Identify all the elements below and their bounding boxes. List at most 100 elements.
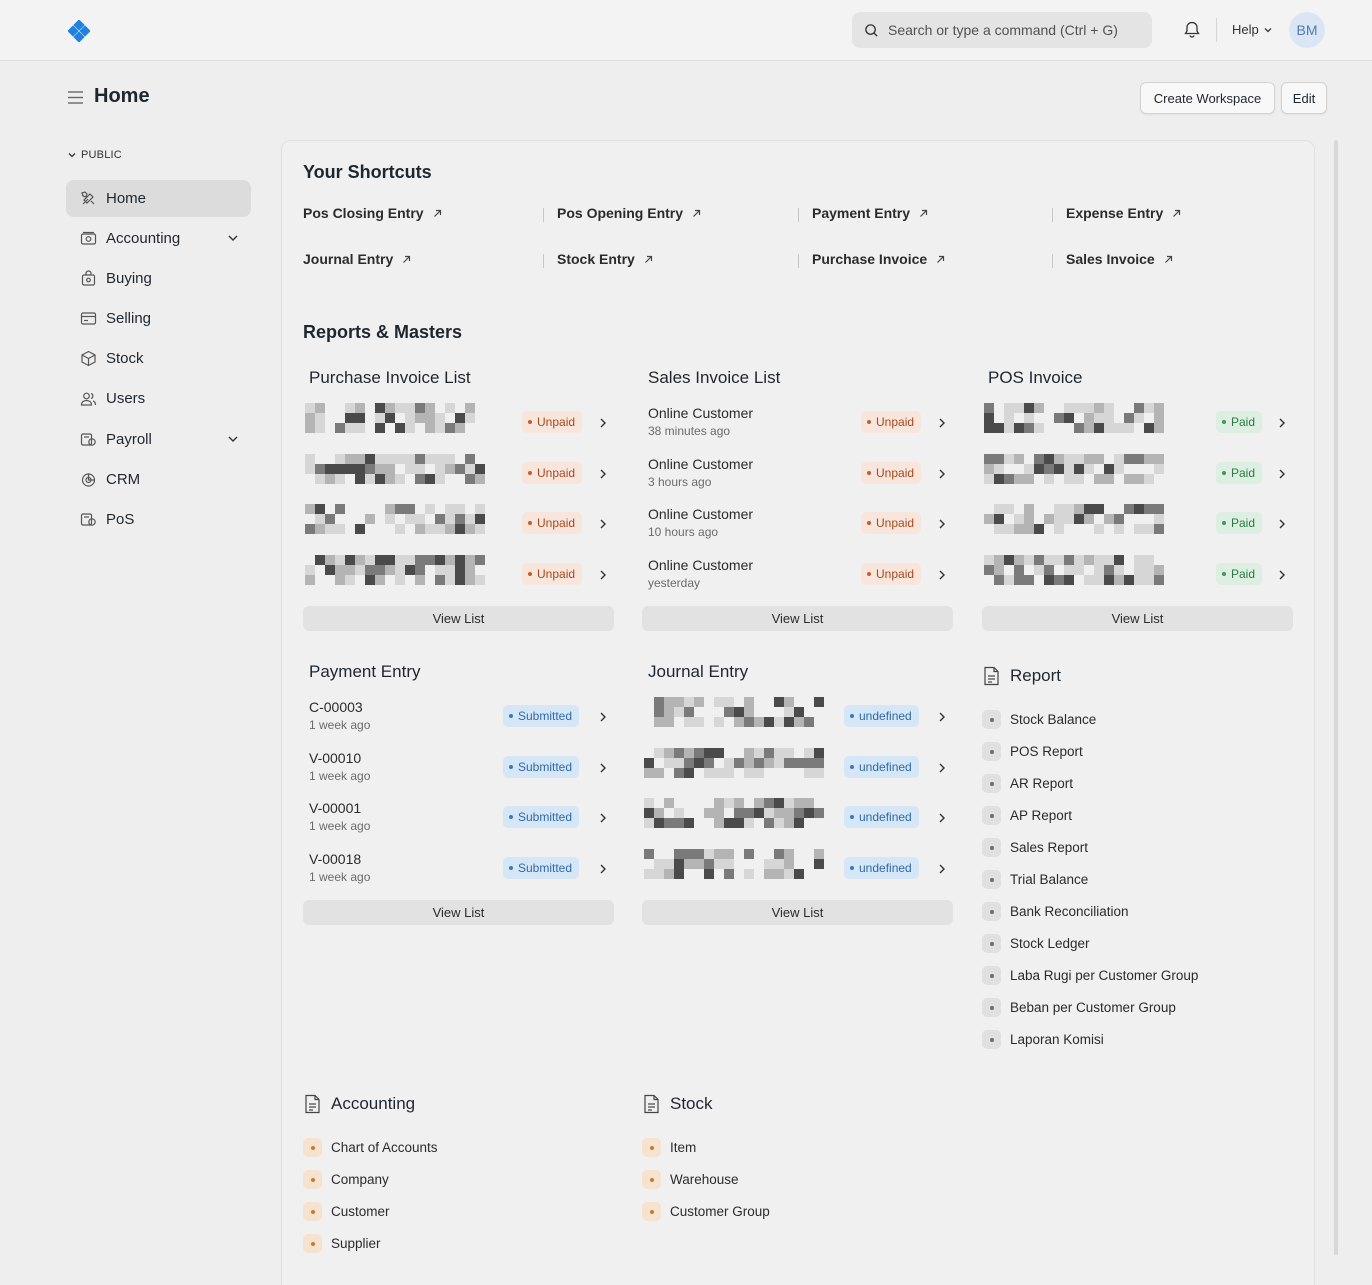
link-laporan-komisi[interactable]: Laporan Komisi: [982, 1030, 1104, 1049]
link-item[interactable]: Item: [642, 1138, 696, 1157]
list-row[interactable]: C-00003 1 week ago Submitted: [303, 699, 614, 747]
chevron-right-icon[interactable]: [937, 811, 947, 827]
link-bank-reconciliation[interactable]: Bank Reconciliation: [982, 902, 1129, 921]
chevron-right-icon[interactable]: [937, 710, 947, 726]
list-row[interactable]: Unpaid: [303, 504, 614, 554]
menu-icon[interactable]: [67, 89, 84, 106]
chevron-right-icon[interactable]: [937, 416, 947, 432]
link-trial-balance[interactable]: Trial Balance: [982, 870, 1088, 889]
sidebar-item-label: Home: [106, 190, 147, 207]
status-dot: [850, 764, 854, 769]
list-row[interactable]: Paid: [982, 504, 1293, 554]
chevron-right-icon[interactable]: [937, 862, 947, 878]
link-sales-report[interactable]: Sales Report: [982, 838, 1088, 857]
list-row[interactable]: undefined: [642, 697, 953, 747]
view-list-button[interactable]: View List: [982, 606, 1293, 631]
shortcut-pos-opening-entry[interactable]: Pos Opening Entry: [557, 205, 701, 221]
status-badge: undefined: [844, 755, 919, 778]
chevron-right-icon[interactable]: [598, 416, 608, 432]
shortcut-sales-invoice[interactable]: Sales Invoice: [1066, 251, 1173, 267]
list-row[interactable]: Paid: [982, 453, 1293, 504]
link-pos-report[interactable]: POS Report: [982, 742, 1083, 761]
shortcut-journal-entry[interactable]: Journal Entry: [303, 251, 411, 267]
chevron-right-icon[interactable]: [937, 467, 947, 483]
sidebar-item-buying[interactable]: Buying: [66, 260, 251, 297]
sidebar-item-selling[interactable]: Selling: [66, 300, 251, 337]
bell-icon[interactable]: [1182, 20, 1202, 40]
link-ap-report[interactable]: AP Report: [982, 806, 1072, 825]
list-row[interactable]: Online Customer 3 hours ago Unpaid: [642, 456, 953, 504]
app-logo[interactable]: [68, 20, 90, 42]
list-row[interactable]: Online Customer 10 hours ago Unpaid: [642, 506, 953, 554]
list-row[interactable]: undefined: [642, 747, 953, 798]
list-row[interactable]: V-00010 1 week ago Submitted: [303, 750, 614, 798]
link-label: Warehouse: [670, 1172, 739, 1187]
chevron-right-icon[interactable]: [1277, 568, 1287, 584]
create-workspace-button[interactable]: Create Workspace: [1140, 82, 1275, 114]
link-company[interactable]: Company: [303, 1170, 389, 1189]
list-row[interactable]: undefined: [642, 848, 953, 899]
avatar[interactable]: BM: [1289, 12, 1325, 48]
shortcut-expense-entry[interactable]: Expense Entry: [1066, 205, 1181, 221]
coins-icon: [79, 431, 97, 449]
sidebar-item-users[interactable]: Users: [66, 380, 251, 417]
chevron-right-icon[interactable]: [598, 568, 608, 584]
list-row[interactable]: V-00018 1 week ago Submitted: [303, 851, 614, 899]
chevron-right-icon[interactable]: [937, 761, 947, 777]
view-list-button[interactable]: View List: [303, 606, 614, 631]
list-row[interactable]: undefined: [642, 798, 953, 848]
chevron-right-icon[interactable]: [937, 517, 947, 533]
chevron-right-icon[interactable]: [598, 467, 608, 483]
list-row[interactable]: Unpaid: [303, 554, 614, 605]
chevron-down-icon[interactable]: [227, 433, 239, 445]
search-input[interactable]: [888, 22, 1138, 38]
scrollbar[interactable]: [1334, 140, 1338, 1255]
sidebar-item-home[interactable]: Home: [66, 180, 251, 217]
list-row[interactable]: Paid: [982, 554, 1293, 605]
shortcut-divider: [798, 208, 799, 222]
link-customer-group[interactable]: Customer Group: [642, 1202, 770, 1221]
help-dropdown[interactable]: Help: [1232, 22, 1273, 37]
chevron-right-icon[interactable]: [1277, 416, 1287, 432]
bullet-icon: [642, 1138, 661, 1157]
link-supplier[interactable]: Supplier: [303, 1234, 381, 1253]
view-list-button[interactable]: View List: [642, 606, 953, 631]
list-row[interactable]: Online Customer yesterday Unpaid: [642, 557, 953, 605]
sidebar-item-accounting[interactable]: Accounting: [66, 220, 251, 257]
list-row[interactable]: Unpaid: [303, 453, 614, 504]
shortcut-payment-entry[interactable]: Payment Entry: [812, 205, 928, 221]
edit-button[interactable]: Edit: [1281, 82, 1327, 114]
sidebar-item-pos[interactable]: PoS: [66, 501, 251, 538]
view-list-button[interactable]: View List: [303, 900, 614, 925]
chevron-right-icon[interactable]: [598, 517, 608, 533]
link-chart-of-accounts[interactable]: Chart of Accounts: [303, 1138, 438, 1157]
chevron-right-icon[interactable]: [598, 862, 608, 878]
link-warehouse[interactable]: Warehouse: [642, 1170, 739, 1189]
list-row[interactable]: Paid: [982, 403, 1293, 453]
search-bar[interactable]: [852, 12, 1152, 48]
chevron-right-icon[interactable]: [598, 710, 608, 726]
link-stock-ledger[interactable]: Stock Ledger: [982, 934, 1090, 953]
chevron-right-icon[interactable]: [1277, 517, 1287, 533]
shortcut-pos-closing-entry[interactable]: Pos Closing Entry: [303, 205, 442, 221]
view-list-button[interactable]: View List: [642, 900, 953, 925]
link-ar-report[interactable]: AR Report: [982, 774, 1073, 793]
shortcut-purchase-invoice[interactable]: Purchase Invoice: [812, 251, 945, 267]
link-customer[interactable]: Customer: [303, 1202, 390, 1221]
chevron-right-icon[interactable]: [598, 761, 608, 777]
sidebar-item-payroll[interactable]: Payroll: [66, 421, 251, 458]
shortcut-stock-entry[interactable]: Stock Entry: [557, 251, 653, 267]
list-row[interactable]: Unpaid: [303, 403, 614, 453]
chevron-down-icon[interactable]: [227, 232, 239, 244]
list-row[interactable]: Online Customer 38 minutes ago Unpaid: [642, 405, 953, 453]
chevron-right-icon[interactable]: [598, 811, 608, 827]
link-stock-balance[interactable]: Stock Balance: [982, 710, 1096, 729]
link-beban-per-customer-group[interactable]: Beban per Customer Group: [982, 998, 1176, 1017]
list-row[interactable]: V-00001 1 week ago Submitted: [303, 800, 614, 848]
chevron-right-icon[interactable]: [1277, 467, 1287, 483]
sidebar-item-crm[interactable]: CRM: [66, 461, 251, 498]
chevron-right-icon[interactable]: [937, 568, 947, 584]
link-laba-rugi-per-customer-group[interactable]: Laba Rugi per Customer Group: [982, 966, 1198, 985]
sidebar-item-stock[interactable]: Stock: [66, 340, 251, 377]
sidebar-section-public[interactable]: PUBLIC: [67, 149, 122, 161]
